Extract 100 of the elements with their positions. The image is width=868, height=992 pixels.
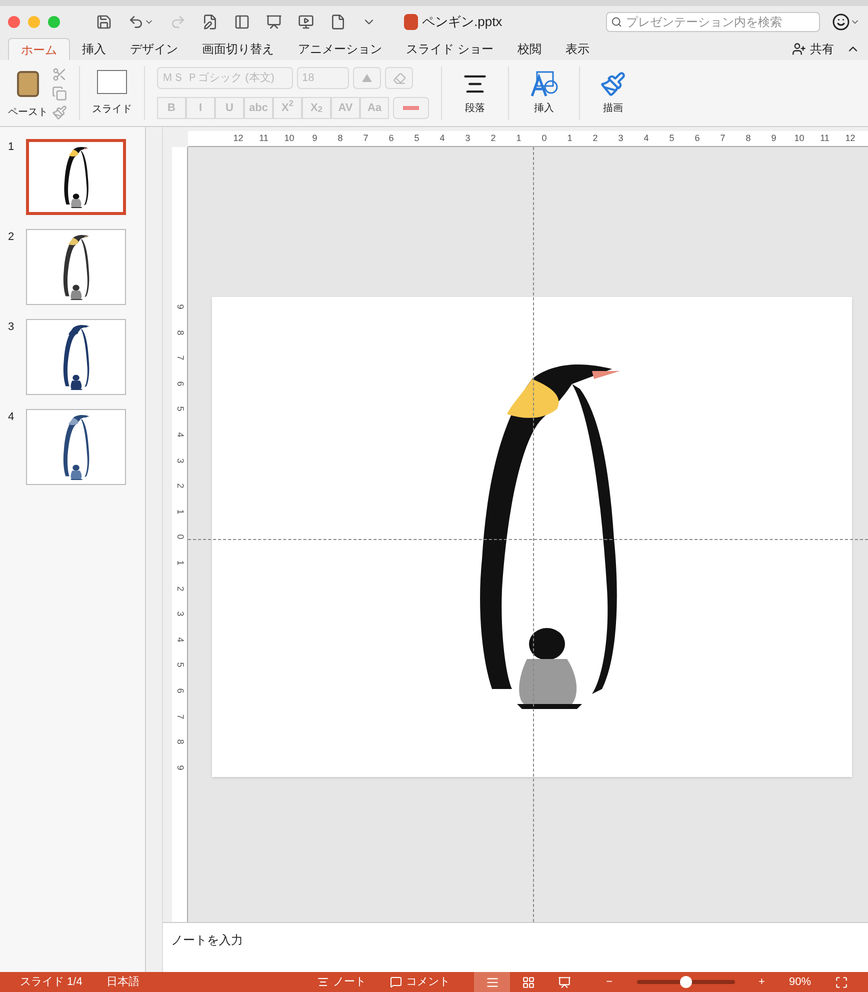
insert-label[interactable]: 挿入 [534, 100, 554, 116]
ruler-label: 10 [283, 132, 296, 145]
zoom-in-button[interactable]: + [758, 974, 765, 990]
ruler-label: 6 [388, 132, 395, 145]
ruler-label: 8 [744, 132, 752, 145]
ruler-label: 1 [174, 559, 186, 568]
slide-thumbnail[interactable] [26, 409, 126, 485]
ruler-label: 1 [515, 132, 522, 145]
ruler-label: 1 [566, 132, 574, 145]
language-label[interactable]: 日本語 [106, 974, 140, 990]
view-button[interactable] [474, 972, 510, 992]
ruler-label: 2 [490, 132, 497, 145]
slide-thumbnail[interactable] [26, 139, 126, 215]
ruler-label: 7 [719, 132, 726, 145]
ruler-label: 6 [174, 687, 186, 696]
panel-icon[interactable] [234, 14, 250, 30]
notes-field[interactable]: ノートを入力 [163, 922, 868, 972]
ruler-label: 5 [668, 132, 676, 145]
comments-button[interactable]: コメント [390, 974, 450, 990]
ruler-label: 2 [174, 482, 186, 490]
window-title: ペンギン.pptx [422, 13, 502, 32]
ruler-label: 5 [174, 406, 186, 414]
slide-number: 1 [8, 140, 16, 155]
ruler-label: 4 [174, 431, 186, 440]
ruler-label: 3 [464, 132, 472, 145]
brush-icon[interactable] [600, 70, 626, 96]
ruler-label: 1 [174, 508, 186, 516]
draw-label[interactable]: 描画 [603, 100, 623, 116]
ruler-label: 9 [174, 303, 186, 312]
triangle-up-icon [362, 74, 372, 82]
ribbon-tab[interactable]: 校閲 [505, 38, 554, 60]
edit-icon[interactable] [202, 14, 218, 30]
ruler-label: 3 [174, 610, 186, 618]
ruler-label: 8 [336, 132, 344, 145]
slide-label[interactable]: スライド [92, 102, 132, 116]
view-icon[interactable] [558, 976, 571, 988]
ruler-label: 4 [438, 132, 446, 145]
ruler-label: 6 [174, 380, 186, 388]
person-plus-icon [792, 42, 806, 56]
ruler-label: 8 [174, 328, 186, 337]
ruler-label: 7 [174, 712, 186, 721]
paragraph-label[interactable]: 段落 [465, 100, 485, 116]
ruler-label: 10 [793, 132, 806, 145]
close-button[interactable] [8, 16, 20, 28]
view-icon[interactable] [522, 976, 535, 988]
ribbon-tab[interactable]: 画面切り替え [190, 38, 286, 60]
zoom-out-button[interactable]: − [606, 974, 613, 990]
ruler-label: 12 [844, 132, 856, 145]
search-field[interactable]: プレゼンテーション内を検索 [606, 12, 820, 32]
save-icon[interactable] [96, 14, 112, 30]
presentation-icon[interactable] [266, 14, 282, 30]
ribbon-tab[interactable]: 表示 [553, 38, 602, 60]
share-button[interactable]: 共有 [792, 38, 834, 60]
notes-button[interactable]: ノート [317, 974, 366, 990]
ruler-label: 11 [258, 132, 270, 145]
ruler-label: 5 [174, 662, 186, 670]
zoom-thumb[interactable] [680, 976, 692, 988]
ruler-label: 9 [311, 132, 318, 145]
ruler-label: 9 [770, 132, 778, 145]
ruler-label: 7 [174, 354, 186, 362]
ruler-label: 4 [174, 636, 186, 644]
fit-to-window-icon[interactable] [835, 976, 848, 988]
ruler-label: 11 [819, 132, 830, 145]
slide-layout-icon[interactable] [97, 70, 127, 94]
slide-number: 2 [8, 230, 16, 245]
ruler-label: 6 [694, 132, 701, 145]
ribbon-tab[interactable]: 挿入 [70, 38, 118, 60]
slide-number: 4 [8, 410, 16, 425]
ribbon-tab[interactable]: デザイン [118, 38, 190, 60]
ribbon-tab[interactable]: アニメーション [286, 38, 394, 60]
shapes-icon[interactable] [529, 70, 559, 96]
slide-number: 3 [8, 320, 16, 335]
ruler-label: 0 [540, 132, 548, 145]
ruler-label: 5 [413, 132, 420, 145]
smiley-icon[interactable] [832, 13, 860, 31]
zoom-percentage[interactable]: 90% [788, 974, 811, 990]
ruler-label: 12 [232, 132, 244, 145]
paste-label[interactable]: ペースト [8, 104, 48, 120]
slide-thumbnail[interactable] [26, 319, 126, 395]
ruler-label: 3 [174, 456, 186, 465]
ruler-label: 9 [174, 764, 186, 772]
view-icon[interactable] [486, 976, 499, 988]
play-screen-icon[interactable] [298, 14, 314, 30]
search-icon [611, 16, 622, 28]
lines-icon [317, 976, 330, 988]
ruler-label: 7 [362, 132, 370, 145]
slide-thumbnail[interactable] [26, 229, 126, 305]
ruler-label: 2 [174, 584, 186, 593]
slide-counter: スライド 1/4 [20, 974, 82, 990]
undo-icon[interactable] [128, 14, 154, 30]
document-icon[interactable] [330, 14, 346, 30]
speech-bubble-icon [390, 976, 402, 988]
ruler-label: 2 [592, 132, 599, 145]
ruler-label: 4 [642, 132, 650, 145]
ribbon-tab[interactable]: ホーム [8, 38, 70, 60]
ruler-label: 8 [174, 738, 186, 746]
ribbon-tab[interactable]: スライド ショー [394, 38, 506, 60]
font-color-icon[interactable] [393, 97, 429, 119]
ruler-label: 0 [174, 534, 186, 542]
ruler-label: 3 [617, 132, 624, 145]
